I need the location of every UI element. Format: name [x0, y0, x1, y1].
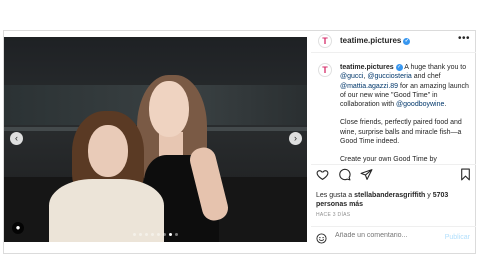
liker-username[interactable]: stellabanderasgriffith	[354, 192, 425, 199]
publish-button[interactable]: Publicar	[445, 234, 470, 241]
carousel-dot	[151, 233, 154, 236]
header-divider	[311, 52, 476, 53]
post-header: T teatime.pictures ✓ •••	[314, 31, 476, 51]
carousel-dot	[175, 233, 178, 236]
comment-input[interactable]	[335, 232, 435, 239]
comment-form: Publicar	[316, 230, 472, 246]
comment-divider	[311, 226, 476, 227]
heart-icon[interactable]	[316, 168, 329, 181]
carousel-dot	[133, 233, 136, 236]
carousel-prev-button[interactable]: ‹	[10, 132, 23, 145]
carousel-dot	[139, 233, 142, 236]
caption-text: teatime.pictures ✓ A huge thank you to @g…	[340, 63, 470, 174]
carousel-dots	[4, 233, 307, 236]
more-options-icon[interactable]: •••	[458, 33, 470, 44]
verified-badge-icon: ✓	[395, 64, 403, 71]
mention-link[interactable]: @gucci	[340, 73, 363, 80]
emoji-icon[interactable]	[316, 233, 327, 244]
likes-middle: y	[425, 192, 433, 199]
carousel-dot	[169, 233, 172, 236]
carousel-dot	[157, 233, 160, 236]
caption-username[interactable]: teatime.pictures	[340, 64, 394, 71]
verified-badge-icon: ✓	[403, 38, 411, 45]
actions-divider	[311, 164, 476, 165]
person-right-face	[149, 81, 189, 137]
instagram-post: ‹ › ● T teatime.pictures ✓ ••• T teatime.…	[3, 30, 476, 254]
likes-prefix: Les gusta a	[316, 192, 355, 199]
bookmark-icon[interactable]	[459, 168, 472, 181]
post-media[interactable]: ‹ › ●	[4, 37, 307, 242]
caption-text-part: A huge thank you to	[404, 64, 467, 71]
mention-link[interactable]: @gucciosteria	[367, 73, 411, 80]
action-bar	[316, 168, 472, 186]
carousel-dot	[163, 233, 166, 236]
paper-plane-icon[interactable]	[360, 168, 373, 181]
carousel-next-button[interactable]: ›	[289, 132, 302, 145]
post-username[interactable]: teatime.pictures ✓	[340, 36, 411, 45]
carousel-dot	[145, 233, 148, 236]
avatar[interactable]: T	[318, 34, 332, 48]
person-left-face	[88, 125, 128, 177]
username-text[interactable]: teatime.pictures	[340, 36, 401, 45]
caption-text-part: .	[444, 101, 447, 109]
caption-paragraph-2: Close friends, perfectly paired food and…	[340, 119, 462, 146]
likes-summary: Les gusta a stellabanderasgriffith y 570…	[316, 191, 471, 209]
comment-icon[interactable]	[338, 168, 351, 181]
caption-text-part: and chef	[411, 73, 441, 81]
mention-link[interactable]: @goodboywine	[396, 101, 444, 108]
post-timestamp[interactable]: HACE 3 DÍAS	[316, 212, 350, 218]
caption-paragraph-1: teatime.pictures ✓ A huge thank you to @g…	[340, 63, 470, 109]
caption-avatar[interactable]: T	[318, 63, 332, 77]
mention-link[interactable]: @mattia.agazzi.89	[340, 83, 398, 90]
